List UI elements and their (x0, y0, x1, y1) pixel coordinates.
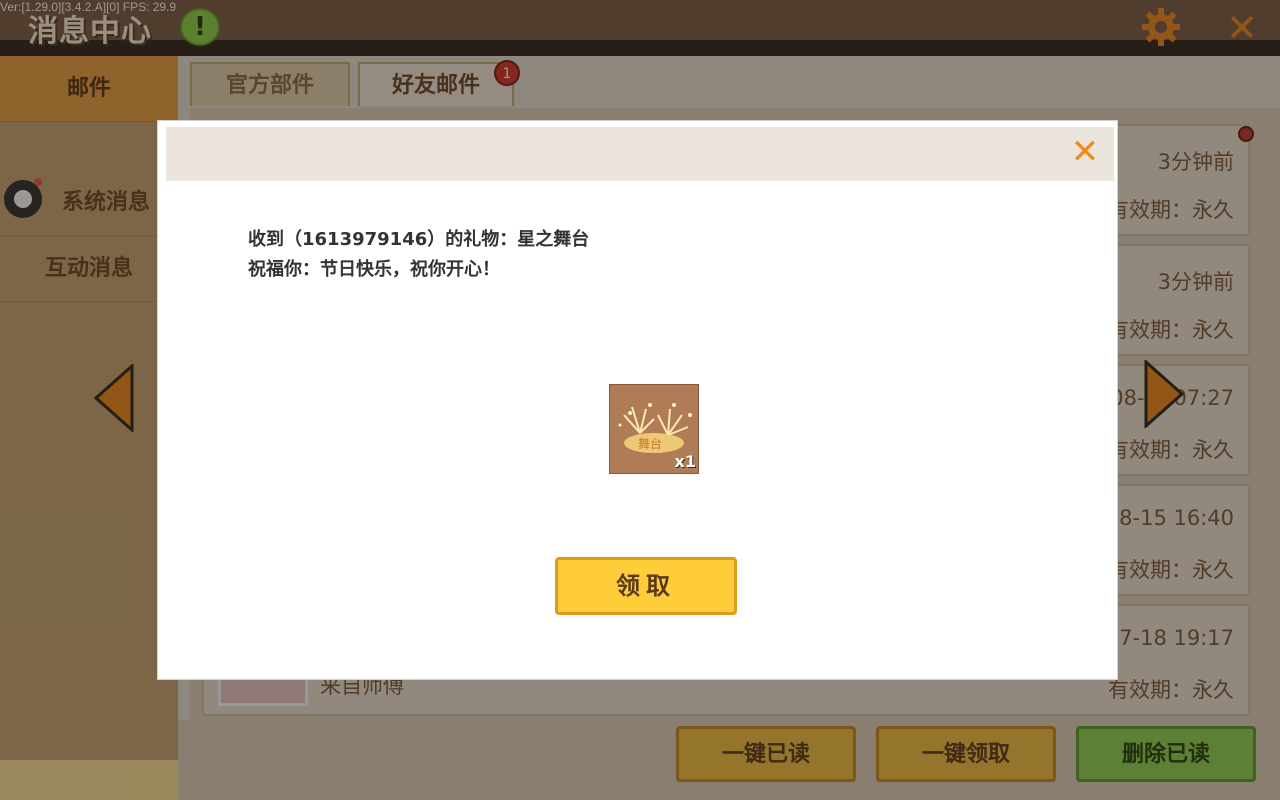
close-icon[interactable]: ✕ (1068, 135, 1102, 169)
dialog-header (166, 127, 1114, 181)
gift-blessing: 祝福你：节日快乐，祝你开心！ (248, 259, 500, 280)
gift-item-tile[interactable]: 舞台 x1 (609, 384, 699, 474)
gift-message: 收到（1613979146）的礼物：星之舞台 (248, 229, 590, 250)
svg-text:舞台: 舞台 (638, 436, 662, 451)
claim-button[interactable]: 领取 (555, 557, 737, 615)
gift-dialog: ✕ 收到（1613979146）的礼物：星之舞台 祝福你：节日快乐，祝你开心！ … (157, 120, 1118, 680)
gift-quantity: x1 (674, 452, 696, 471)
